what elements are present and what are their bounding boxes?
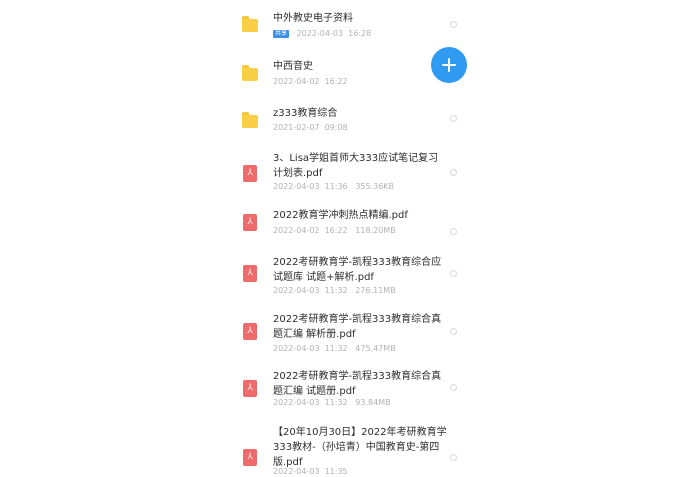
folder-icon (242, 65, 258, 82)
select-radio[interactable] (450, 115, 457, 122)
file-size: 118.20MB (355, 226, 396, 235)
file-row[interactable]: z333教育综合 2021-02-07 09:08 (0, 93, 700, 143)
file-time: 16:22 (324, 226, 348, 235)
file-meta: 2022-04-03 11:32 475.47MB (273, 344, 396, 354)
file-meta: 2022-04-02 16:22 118.20MB (273, 226, 396, 236)
file-name: z333教育综合 (273, 108, 338, 119)
file-name: 2022考研教育学-凯程333教育综合真题汇编 解析册.pdf (273, 314, 442, 340)
file-size: 475.47MB (355, 344, 396, 353)
file-time: 16:22 (324, 77, 348, 86)
file-meta: 2022-04-03 11:32 93.84MB (273, 398, 391, 408)
file-date: 2022-04-03 (273, 398, 320, 407)
file-date: 2022-04-03 (273, 467, 320, 476)
file-row[interactable]: 中外教史电子资料 共享 2022-04-03 16:28 (0, 0, 700, 45)
file-row[interactable]: ⅄ 2022考研教育学-凯程333教育综合真题汇编 解析册.pdf 2022-0… (0, 303, 700, 360)
select-radio[interactable] (450, 21, 457, 28)
file-time: 11:36 (324, 182, 348, 191)
file-name: 【20年10月30日】2022年考研教育学333教材-（孙培青）中国教育史-第四… (273, 427, 447, 468)
file-meta: 2021-02-07 09:08 (273, 123, 348, 133)
pdf-icon: ⅄ (242, 323, 258, 340)
file-name: 2022考研教育学-凯程333教育综合真题汇编 试题册.pdf (273, 371, 442, 397)
select-radio[interactable] (450, 328, 457, 335)
pdf-icon: ⅄ (242, 380, 258, 397)
file-time: 16:28 (348, 29, 372, 38)
file-date: 2021-02-07 (273, 123, 320, 132)
status-badge: 共享 (273, 30, 290, 38)
file-date: 2022-04-03 (296, 29, 344, 38)
file-date: 2022-04-03 (273, 344, 320, 353)
folder-icon (242, 16, 258, 33)
file-meta: 2022-04-02 16:22 (273, 77, 348, 87)
file-size: 276.11MB (355, 286, 396, 295)
file-row[interactable]: ⅄ 2022教育学冲刺热点精编.pdf 2022-04-02 16:22 118… (0, 200, 700, 245)
file-date: 2022-04-02 (273, 77, 320, 86)
pdf-icon: ⅄ (242, 265, 258, 282)
file-date: 2022-04-02 (273, 226, 320, 235)
file-meta: 2022-04-03 11:32 276.11MB (273, 286, 396, 296)
add-button[interactable] (431, 47, 467, 83)
file-time: 11:35 (324, 467, 348, 476)
file-name: 3、Lisa学姐首师大333应试笔记复习计划表.pdf (273, 153, 439, 179)
folder-icon (242, 112, 258, 129)
file-time: 09:08 (324, 123, 348, 132)
file-date: 2022-04-03 (273, 286, 320, 295)
file-row[interactable]: ⅄ 【20年10月30日】2022年考研教育学333教材-（孙培青）中国教育史-… (0, 417, 700, 476)
select-radio[interactable] (450, 169, 457, 176)
file-time: 11:32 (324, 398, 348, 407)
file-row[interactable]: ⅄ 3、Lisa学姐首师大333应试笔记复习计划表.pdf 2022-04-03… (0, 143, 700, 200)
file-row[interactable]: ⅄ 2022考研教育学-凯程333教育综合真题汇编 试题册.pdf 2022-0… (0, 360, 700, 417)
file-size: 355.36KB (355, 182, 395, 191)
pdf-icon: ⅄ (242, 449, 258, 466)
file-date: 2022-04-03 (273, 182, 320, 191)
file-meta: 2022-04-03 11:36 355.36KB (273, 182, 394, 192)
file-size: 93.84MB (355, 398, 391, 407)
file-meta: 共享 2022-04-03 16:28 (273, 29, 371, 39)
select-radio[interactable] (450, 454, 457, 461)
file-row[interactable]: 中西音史 2022-04-02 16:22 (0, 45, 700, 93)
file-name: 中外教史电子资料 (273, 13, 353, 24)
select-radio[interactable] (450, 384, 457, 391)
file-time: 11:32 (324, 344, 348, 353)
pdf-icon: ⅄ (242, 165, 258, 182)
select-radio[interactable] (450, 228, 457, 235)
file-row[interactable]: ⅄ 2022考研教育学-凯程333教育综合应试题库 试题+解析.pdf 2022… (0, 245, 700, 303)
file-time: 11:32 (324, 286, 348, 295)
pdf-icon: ⅄ (242, 214, 258, 231)
file-name: 中西音史 (273, 61, 313, 72)
file-meta: 2022-04-03 11:35 (273, 467, 348, 477)
file-list: 中外教史电子资料 共享 2022-04-03 16:28 中西音史 2022-0… (0, 0, 700, 476)
select-radio[interactable] (450, 270, 457, 277)
file-name: 2022考研教育学-凯程333教育综合应试题库 试题+解析.pdf (273, 257, 442, 283)
file-name: 2022教育学冲刺热点精编.pdf (273, 210, 408, 221)
